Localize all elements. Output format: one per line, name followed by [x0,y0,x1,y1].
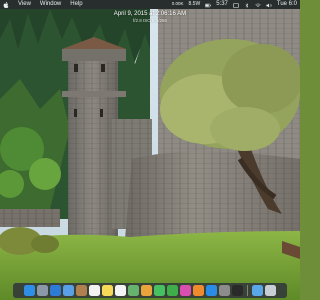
dock-separator [247,285,248,296]
desktop-wallpaper [0,9,300,300]
finder-icon[interactable] [24,285,35,296]
bluetooth-icon[interactable] [244,3,250,8]
reminders-icon[interactable] [115,285,126,296]
safari-icon[interactable] [50,285,61,296]
network-rate: 0.00K [171,1,184,7]
wifi-icon[interactable] [255,3,261,8]
network-monitor[interactable]: 0.00K [172,2,184,7]
itunes-icon[interactable] [180,285,191,296]
app-store-icon[interactable] [206,285,217,296]
battery-time: 5:37 [216,1,228,7]
ibooks-icon[interactable] [193,285,204,296]
apple-icon[interactable] [3,1,9,9]
photo-info-overlay: April 9, 2015 at 2:06:16 AM f/2.8 ISO 8 … [108,10,192,24]
dock [13,283,287,298]
messages-icon[interactable] [154,285,165,296]
menu-extra-icon[interactable] [233,3,239,8]
system-preferences-icon[interactable] [219,285,230,296]
trash-icon[interactable] [265,285,276,296]
facetime-icon[interactable] [167,285,178,296]
contacts-icon[interactable] [76,285,87,296]
power-readout: 8.5W [188,1,201,7]
photos-icon[interactable] [141,285,152,296]
menubar-clock[interactable]: Tue 6:0 [277,0,297,9]
folder-icon[interactable] [252,285,263,296]
notes-icon[interactable] [102,285,113,296]
terminal-icon[interactable] [232,285,243,296]
mail-icon[interactable] [63,285,74,296]
calendar-icon[interactable] [89,285,100,296]
menu-window[interactable]: Window [40,0,61,9]
battery-icon[interactable] [205,3,211,8]
photo-date: April 9, 2015 at 2:06:16 AM [113,11,187,17]
menu-view[interactable]: View [18,0,31,9]
menu-help[interactable]: Help [70,0,82,9]
launchpad-icon[interactable] [37,285,48,296]
volume-icon[interactable] [266,3,272,8]
photo-exif: f/2.8 ISO 8 1/250 [132,18,168,23]
maps-icon[interactable] [128,285,139,296]
menu-bar: View Window Help 0.00K 8.5W 5:37 Tue 6:0 [0,0,300,9]
